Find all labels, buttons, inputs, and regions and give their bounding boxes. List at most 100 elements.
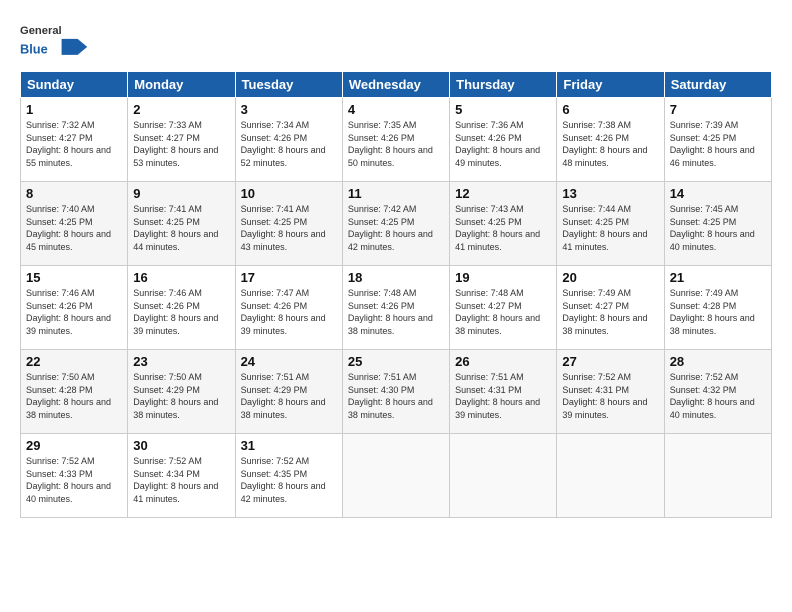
calendar-cell: 20 Sunrise: 7:49 AMSunset: 4:27 PMDaylig…	[557, 266, 664, 350]
day-info: Sunrise: 7:48 AMSunset: 4:27 PMDaylight:…	[455, 288, 540, 336]
day-info: Sunrise: 7:49 AMSunset: 4:27 PMDaylight:…	[562, 288, 647, 336]
calendar-cell: 25 Sunrise: 7:51 AMSunset: 4:30 PMDaylig…	[342, 350, 449, 434]
calendar-cell: 23 Sunrise: 7:50 AMSunset: 4:29 PMDaylig…	[128, 350, 235, 434]
day-number: 26	[455, 354, 551, 369]
day-info: Sunrise: 7:52 AMSunset: 4:31 PMDaylight:…	[562, 372, 647, 420]
day-number: 5	[455, 102, 551, 117]
day-info: Sunrise: 7:43 AMSunset: 4:25 PMDaylight:…	[455, 204, 540, 252]
day-number: 11	[348, 186, 444, 201]
day-info: Sunrise: 7:46 AMSunset: 4:26 PMDaylight:…	[133, 288, 218, 336]
day-info: Sunrise: 7:52 AMSunset: 4:34 PMDaylight:…	[133, 456, 218, 504]
calendar-cell: 4 Sunrise: 7:35 AMSunset: 4:26 PMDayligh…	[342, 98, 449, 182]
calendar-cell: 1 Sunrise: 7:32 AMSunset: 4:27 PMDayligh…	[21, 98, 128, 182]
day-number: 24	[241, 354, 337, 369]
day-number: 13	[562, 186, 658, 201]
day-info: Sunrise: 7:35 AMSunset: 4:26 PMDaylight:…	[348, 120, 433, 168]
day-info: Sunrise: 7:47 AMSunset: 4:26 PMDaylight:…	[241, 288, 326, 336]
calendar-cell: 7 Sunrise: 7:39 AMSunset: 4:25 PMDayligh…	[664, 98, 771, 182]
day-info: Sunrise: 7:46 AMSunset: 4:26 PMDaylight:…	[26, 288, 111, 336]
logo: General Blue	[20, 16, 100, 61]
week-row: 29 Sunrise: 7:52 AMSunset: 4:33 PMDaylig…	[21, 434, 772, 518]
day-info: Sunrise: 7:45 AMSunset: 4:25 PMDaylight:…	[670, 204, 755, 252]
day-info: Sunrise: 7:51 AMSunset: 4:30 PMDaylight:…	[348, 372, 433, 420]
calendar-cell: 16 Sunrise: 7:46 AMSunset: 4:26 PMDaylig…	[128, 266, 235, 350]
day-number: 20	[562, 270, 658, 285]
calendar-cell: 31 Sunrise: 7:52 AMSunset: 4:35 PMDaylig…	[235, 434, 342, 518]
day-number: 14	[670, 186, 766, 201]
day-number: 10	[241, 186, 337, 201]
calendar-cell: 8 Sunrise: 7:40 AMSunset: 4:25 PMDayligh…	[21, 182, 128, 266]
day-number: 1	[26, 102, 122, 117]
day-number: 9	[133, 186, 229, 201]
page: General Blue Sunday Monday Tuesday Wedne…	[0, 0, 792, 612]
day-number: 21	[670, 270, 766, 285]
day-info: Sunrise: 7:38 AMSunset: 4:26 PMDaylight:…	[562, 120, 647, 168]
day-number: 12	[455, 186, 551, 201]
day-info: Sunrise: 7:34 AMSunset: 4:26 PMDaylight:…	[241, 120, 326, 168]
day-info: Sunrise: 7:52 AMSunset: 4:32 PMDaylight:…	[670, 372, 755, 420]
day-info: Sunrise: 7:44 AMSunset: 4:25 PMDaylight:…	[562, 204, 647, 252]
logo-svg: General Blue	[20, 16, 100, 61]
day-number: 23	[133, 354, 229, 369]
day-number: 28	[670, 354, 766, 369]
day-info: Sunrise: 7:50 AMSunset: 4:29 PMDaylight:…	[133, 372, 218, 420]
day-number: 3	[241, 102, 337, 117]
day-info: Sunrise: 7:51 AMSunset: 4:31 PMDaylight:…	[455, 372, 540, 420]
day-number: 15	[26, 270, 122, 285]
calendar: Sunday Monday Tuesday Wednesday Thursday…	[20, 71, 772, 518]
calendar-cell: 5 Sunrise: 7:36 AMSunset: 4:26 PMDayligh…	[450, 98, 557, 182]
calendar-cell: 15 Sunrise: 7:46 AMSunset: 4:26 PMDaylig…	[21, 266, 128, 350]
day-number: 18	[348, 270, 444, 285]
day-number: 8	[26, 186, 122, 201]
day-info: Sunrise: 7:48 AMSunset: 4:26 PMDaylight:…	[348, 288, 433, 336]
week-row: 15 Sunrise: 7:46 AMSunset: 4:26 PMDaylig…	[21, 266, 772, 350]
header: General Blue	[20, 16, 772, 61]
calendar-cell: 10 Sunrise: 7:41 AMSunset: 4:25 PMDaylig…	[235, 182, 342, 266]
calendar-cell: 17 Sunrise: 7:47 AMSunset: 4:26 PMDaylig…	[235, 266, 342, 350]
day-info: Sunrise: 7:50 AMSunset: 4:28 PMDaylight:…	[26, 372, 111, 420]
calendar-cell: 18 Sunrise: 7:48 AMSunset: 4:26 PMDaylig…	[342, 266, 449, 350]
calendar-cell: 12 Sunrise: 7:43 AMSunset: 4:25 PMDaylig…	[450, 182, 557, 266]
day-number: 22	[26, 354, 122, 369]
calendar-cell: 14 Sunrise: 7:45 AMSunset: 4:25 PMDaylig…	[664, 182, 771, 266]
calendar-cell: 24 Sunrise: 7:51 AMSunset: 4:29 PMDaylig…	[235, 350, 342, 434]
day-info: Sunrise: 7:40 AMSunset: 4:25 PMDaylight:…	[26, 204, 111, 252]
weekday-header-row: Sunday Monday Tuesday Wednesday Thursday…	[21, 72, 772, 98]
calendar-cell: 3 Sunrise: 7:34 AMSunset: 4:26 PMDayligh…	[235, 98, 342, 182]
header-friday: Friday	[557, 72, 664, 98]
calendar-cell: 28 Sunrise: 7:52 AMSunset: 4:32 PMDaylig…	[664, 350, 771, 434]
calendar-cell	[450, 434, 557, 518]
day-number: 31	[241, 438, 337, 453]
day-number: 7	[670, 102, 766, 117]
calendar-cell	[664, 434, 771, 518]
calendar-cell: 19 Sunrise: 7:48 AMSunset: 4:27 PMDaylig…	[450, 266, 557, 350]
calendar-cell: 30 Sunrise: 7:52 AMSunset: 4:34 PMDaylig…	[128, 434, 235, 518]
day-info: Sunrise: 7:51 AMSunset: 4:29 PMDaylight:…	[241, 372, 326, 420]
calendar-cell: 21 Sunrise: 7:49 AMSunset: 4:28 PMDaylig…	[664, 266, 771, 350]
day-number: 19	[455, 270, 551, 285]
calendar-cell: 13 Sunrise: 7:44 AMSunset: 4:25 PMDaylig…	[557, 182, 664, 266]
calendar-cell: 29 Sunrise: 7:52 AMSunset: 4:33 PMDaylig…	[21, 434, 128, 518]
header-wednesday: Wednesday	[342, 72, 449, 98]
calendar-cell: 2 Sunrise: 7:33 AMSunset: 4:27 PMDayligh…	[128, 98, 235, 182]
header-sunday: Sunday	[21, 72, 128, 98]
calendar-cell: 6 Sunrise: 7:38 AMSunset: 4:26 PMDayligh…	[557, 98, 664, 182]
day-number: 27	[562, 354, 658, 369]
header-tuesday: Tuesday	[235, 72, 342, 98]
day-info: Sunrise: 7:49 AMSunset: 4:28 PMDaylight:…	[670, 288, 755, 336]
week-row: 1 Sunrise: 7:32 AMSunset: 4:27 PMDayligh…	[21, 98, 772, 182]
day-info: Sunrise: 7:39 AMSunset: 4:25 PMDaylight:…	[670, 120, 755, 168]
calendar-cell: 11 Sunrise: 7:42 AMSunset: 4:25 PMDaylig…	[342, 182, 449, 266]
day-number: 25	[348, 354, 444, 369]
day-info: Sunrise: 7:33 AMSunset: 4:27 PMDaylight:…	[133, 120, 218, 168]
header-saturday: Saturday	[664, 72, 771, 98]
svg-text:General: General	[20, 25, 62, 37]
day-info: Sunrise: 7:42 AMSunset: 4:25 PMDaylight:…	[348, 204, 433, 252]
calendar-cell: 9 Sunrise: 7:41 AMSunset: 4:25 PMDayligh…	[128, 182, 235, 266]
calendar-cell	[342, 434, 449, 518]
day-number: 4	[348, 102, 444, 117]
calendar-cell: 27 Sunrise: 7:52 AMSunset: 4:31 PMDaylig…	[557, 350, 664, 434]
header-monday: Monday	[128, 72, 235, 98]
day-number: 16	[133, 270, 229, 285]
calendar-cell: 26 Sunrise: 7:51 AMSunset: 4:31 PMDaylig…	[450, 350, 557, 434]
